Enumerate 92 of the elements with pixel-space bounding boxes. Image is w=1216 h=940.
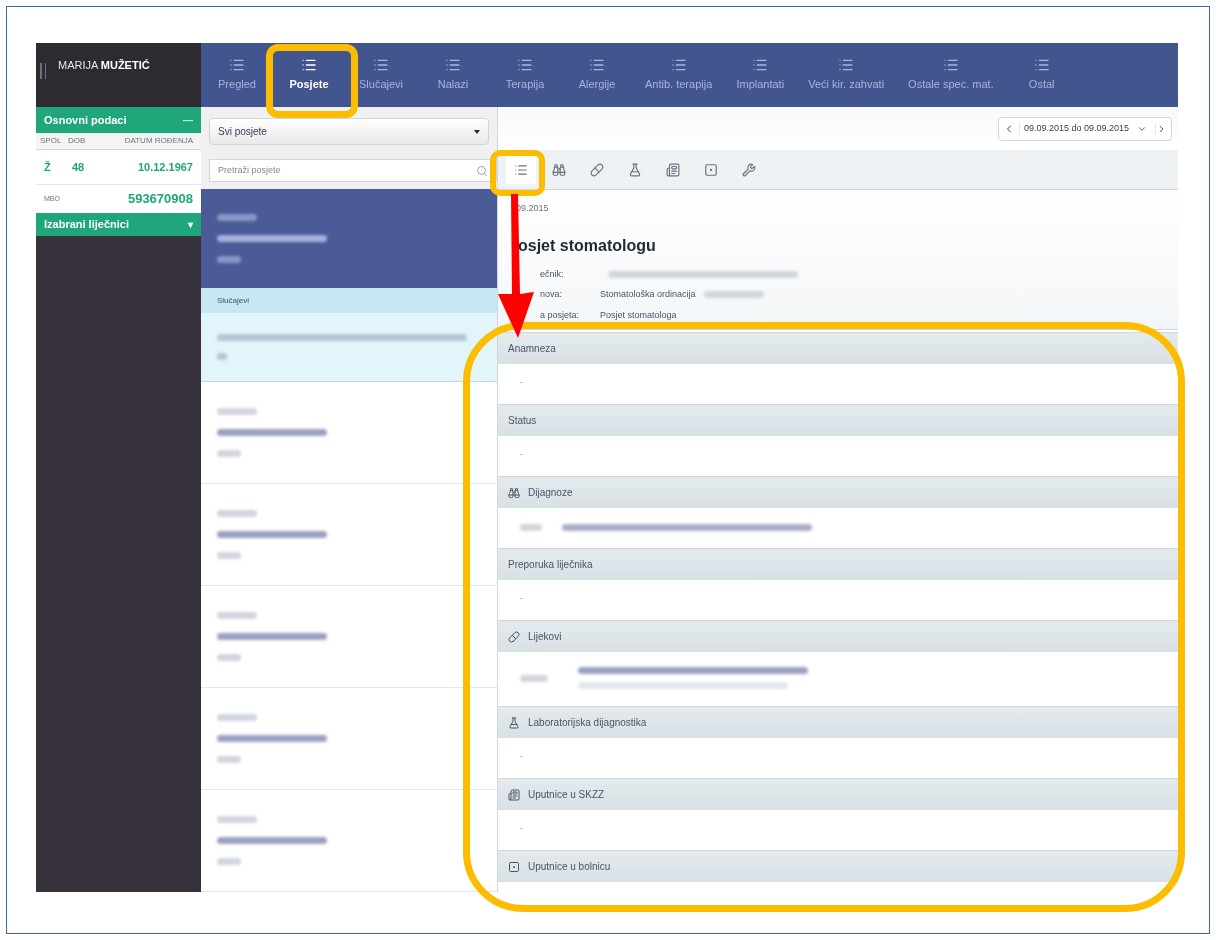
section-title: Preporuka liječnika xyxy=(508,558,593,572)
column-header: SPOL xyxy=(39,135,63,147)
expand-toggle[interactable]: ▾ xyxy=(188,217,193,232)
section-content: - xyxy=(520,750,523,764)
collapse-handle[interactable] xyxy=(40,63,46,79)
section-title: Uputnice u bolnicu xyxy=(528,860,611,874)
form-icon xyxy=(666,162,680,177)
section-title: Izabrani liječnici xyxy=(44,217,129,233)
patient-name: MARIJA MUŽETIĆ xyxy=(58,58,150,73)
nav-tab[interactable]: Ostal xyxy=(1005,43,1078,107)
section-title: Anamneza xyxy=(508,342,556,356)
section-header[interactable]: Uputnice u SKZZ xyxy=(498,778,1178,810)
mbo-value: 593670908 xyxy=(127,190,193,209)
blurred-text xyxy=(217,612,257,620)
nav-tab[interactable]: Pregled xyxy=(201,43,273,107)
blurred-text xyxy=(217,256,241,264)
blurred-text xyxy=(217,756,241,764)
section-content: - xyxy=(520,376,523,390)
blurred-text xyxy=(217,408,257,416)
pills-icon xyxy=(590,162,604,177)
patient-value: Ž xyxy=(43,159,52,175)
section-content: - xyxy=(520,822,523,836)
field-value: Stomatološka ordinacija xyxy=(600,288,696,301)
collapse-toggle[interactable]: — xyxy=(183,112,193,128)
section-title: Osnovni podaci xyxy=(44,112,127,128)
blurred-text xyxy=(217,714,257,722)
blurred-text xyxy=(520,523,542,531)
field-value: Posjet stomatologa xyxy=(600,308,677,322)
blurred-text xyxy=(217,858,241,866)
nav-tab[interactable]: Veći kir. zahvati xyxy=(796,43,897,107)
blurred-text xyxy=(520,674,548,682)
nav-tab[interactable]: Posjete xyxy=(273,43,345,107)
field-label: a posjeta: xyxy=(540,308,581,322)
section-header[interactable]: Anamneza xyxy=(498,332,1178,364)
flask-icon xyxy=(628,162,642,177)
section-header[interactable]: Preporuka liječnika xyxy=(498,548,1178,580)
section-header[interactable]: Izabrani liječnici ▾ xyxy=(36,213,201,236)
section-title: Laboratorijska dijagnostika xyxy=(528,716,647,730)
field-label: nova: xyxy=(540,288,564,301)
section-title: Lijekovi xyxy=(528,630,562,644)
binoculars-icon xyxy=(552,162,566,177)
section-header[interactable]: Uputnice u bolnicu xyxy=(498,850,1178,882)
column-header: DATUM ROĐENJA xyxy=(123,135,194,147)
filter-dropdown[interactable]: Svi posjete xyxy=(209,118,489,145)
square-icon xyxy=(704,162,718,177)
section-header[interactable]: Laboratorijska dijagnostika xyxy=(498,706,1178,738)
field-label: ečnik: xyxy=(540,267,565,281)
search-field[interactable]: Pretraži posjete xyxy=(209,159,497,182)
list-icon xyxy=(514,162,528,177)
nav-tab[interactable]: Ostale spec. mat. xyxy=(896,43,1006,107)
date-range: 09.09.2015 do 09.09.2015 xyxy=(1018,121,1133,136)
column-header: DOB xyxy=(67,135,87,147)
highlight-frame xyxy=(490,150,545,196)
blurred-text xyxy=(703,291,764,299)
blurred-text xyxy=(217,816,257,824)
nav-tab[interactable]: Nalazi xyxy=(417,43,489,107)
date-range-picker[interactable]: 09.09.2015 do 09.09.2015 xyxy=(997,116,1172,141)
blurred-text xyxy=(217,214,257,222)
section-title: Dijagnoze xyxy=(528,486,573,500)
nav-tab[interactable]: Slučajevi xyxy=(345,43,417,107)
search-input[interactable]: Pretraži posjete xyxy=(210,163,476,178)
blurred-text xyxy=(217,510,257,518)
binoculars-icon xyxy=(508,486,520,499)
patient-value: 10.12.1967 xyxy=(136,159,194,175)
toolbar-button[interactable] xyxy=(506,155,536,184)
caret-icon xyxy=(474,129,480,134)
patient-value: 48 xyxy=(71,159,86,175)
section-header[interactable]: Osnovni podaci — xyxy=(36,107,201,133)
section-content: - xyxy=(520,592,523,606)
section-title: Uputnice u SKZZ xyxy=(528,788,605,802)
visit-item[interactable] xyxy=(201,189,497,289)
nav-tab[interactable]: Terapija xyxy=(489,43,561,107)
section-title: Status xyxy=(508,414,537,428)
section-header[interactable]: Status xyxy=(498,404,1178,436)
blurred-text xyxy=(217,654,241,662)
wrench-icon xyxy=(742,162,756,177)
form-icon xyxy=(508,788,520,801)
blurred-text xyxy=(217,353,227,361)
visit-title: osjet stomatologu xyxy=(517,235,657,256)
nav-tab[interactable]: Implantati xyxy=(724,43,797,107)
pills-icon xyxy=(508,630,520,643)
cases-label: Slučajevi xyxy=(217,294,249,307)
section-header[interactable]: Lijekovi xyxy=(498,620,1178,652)
search-icon xyxy=(476,164,488,177)
blurred-text xyxy=(217,450,241,458)
square-icon xyxy=(508,860,520,873)
nav-tab[interactable]: Alergije xyxy=(561,43,633,107)
nav-tab[interactable]: Antib. terapija xyxy=(633,43,725,107)
section-header[interactable]: Dijagnoze xyxy=(498,476,1178,508)
blurred-text xyxy=(217,552,241,560)
flask-icon xyxy=(508,716,520,729)
section-content: - xyxy=(520,448,523,462)
